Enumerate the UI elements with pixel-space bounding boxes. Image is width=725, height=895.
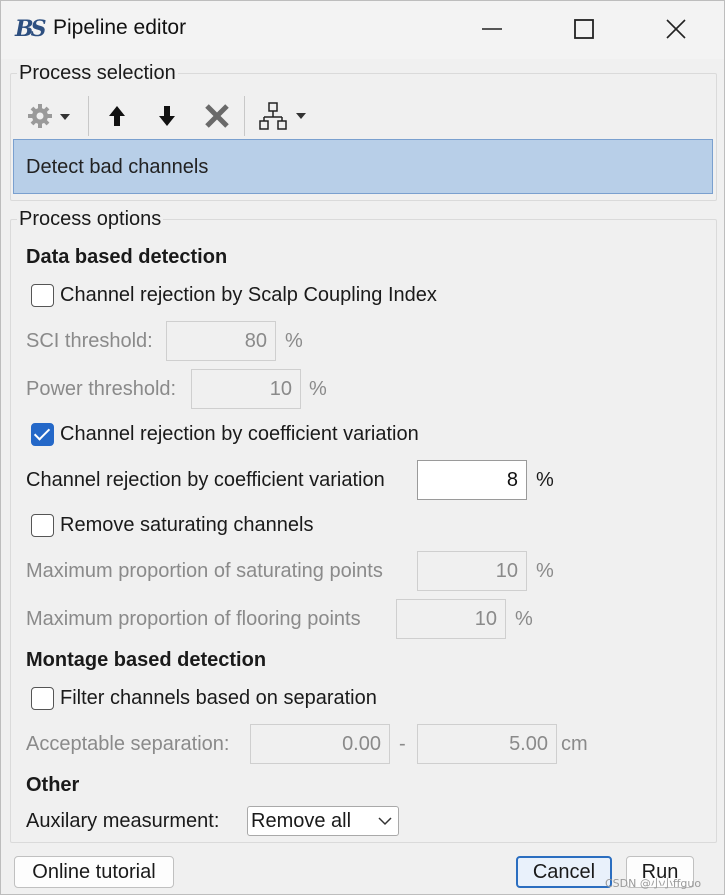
cv-value-label: Channel rejection by coefficient variati… — [26, 469, 385, 491]
arrow-down-icon — [159, 106, 175, 126]
title-bar: BS Pipeline editor — [1, 1, 724, 59]
delete-icon — [205, 104, 229, 128]
cv-checkbox-label: Channel rejection by coefficient variati… — [60, 423, 419, 445]
max-saturating-label: Maximum proportion of saturating points — [26, 560, 383, 582]
watermark-text: CSDN @小小ffguo — [605, 877, 702, 890]
max-flooring-input[interactable]: 10 — [396, 599, 506, 639]
separation-checkbox-label: Filter channels based on separation — [60, 687, 377, 709]
arrow-up-icon — [109, 106, 125, 126]
add-process-button[interactable] — [23, 98, 79, 134]
other-heading: Other — [26, 774, 80, 796]
data-based-heading: Data based detection — [26, 246, 228, 268]
toolbar-separator — [244, 96, 245, 136]
max-saturating-input[interactable]: 10 — [417, 551, 527, 591]
process-selection-label: Process selection — [17, 62, 178, 85]
toolbar-separator — [88, 96, 89, 136]
sci-checkbox-label: Channel rejection by Scalp Coupling Inde… — [60, 284, 437, 306]
window-title: Pipeline editor — [53, 16, 187, 39]
separation-max-input[interactable]: 5.00 — [417, 724, 557, 764]
pipeline-editor-window: BS Pipeline editor Process selection Det… — [0, 0, 725, 895]
chevron-down-icon — [378, 817, 392, 826]
process-toolbar — [11, 94, 716, 139]
power-threshold-unit: % — [309, 378, 327, 400]
process-options-label: Process options — [17, 208, 164, 231]
max-saturating-unit: % — [536, 560, 554, 582]
separation-unit: cm — [561, 733, 588, 755]
separation-dash: - — [399, 733, 406, 755]
saturating-checkbox[interactable] — [31, 514, 54, 537]
max-flooring-unit: % — [515, 608, 533, 630]
auxiliary-select-value: Remove all — [251, 810, 352, 832]
acceptable-separation-label: Acceptable separation: — [26, 733, 230, 755]
max-flooring-label: Maximum proportion of flooring points — [26, 608, 361, 630]
pipeline-tree-icon — [259, 102, 306, 130]
close-button[interactable] — [630, 1, 722, 57]
separation-checkbox[interactable] — [31, 687, 54, 710]
process-selection-group: Process selection Detect bad channels — [10, 62, 717, 201]
process-list[interactable]: Detect bad channels — [13, 139, 713, 194]
sci-threshold-label: SCI threshold: — [26, 330, 153, 352]
minimize-button[interactable] — [446, 1, 538, 57]
move-up-button[interactable] — [101, 98, 133, 134]
separation-min-input[interactable]: 0.00 — [250, 724, 390, 764]
auxiliary-label: Auxilary measurment: — [26, 810, 220, 832]
delete-process-button[interactable] — [201, 98, 233, 134]
sci-threshold-input[interactable]: 80 — [166, 321, 276, 361]
minimize-icon — [482, 28, 502, 30]
pipeline-menu-button[interactable] — [257, 98, 311, 134]
maximize-icon — [574, 19, 594, 39]
cv-checkbox[interactable] — [31, 423, 54, 446]
saturating-checkbox-label: Remove saturating channels — [60, 514, 314, 536]
gear-icon — [28, 104, 70, 128]
montage-based-heading: Montage based detection — [26, 649, 267, 671]
sci-checkbox[interactable] — [31, 284, 54, 307]
online-tutorial-button[interactable]: Online tutorial — [14, 856, 174, 888]
power-threshold-input[interactable]: 10 — [191, 369, 301, 409]
auxiliary-select[interactable]: Remove all — [247, 806, 399, 836]
cv-value-input[interactable]: 8 — [417, 460, 527, 500]
move-down-button[interactable] — [151, 98, 183, 134]
power-threshold-label: Power threshold: — [26, 378, 177, 400]
sci-threshold-unit: % — [285, 330, 303, 352]
selected-process-item[interactable]: Detect bad channels — [26, 156, 208, 179]
cv-value-unit: % — [536, 469, 554, 491]
close-icon — [666, 19, 686, 39]
brainstorm-logo-icon: BS — [15, 16, 46, 42]
maximize-button[interactable] — [538, 1, 630, 57]
cancel-button[interactable]: Cancel — [516, 856, 612, 888]
